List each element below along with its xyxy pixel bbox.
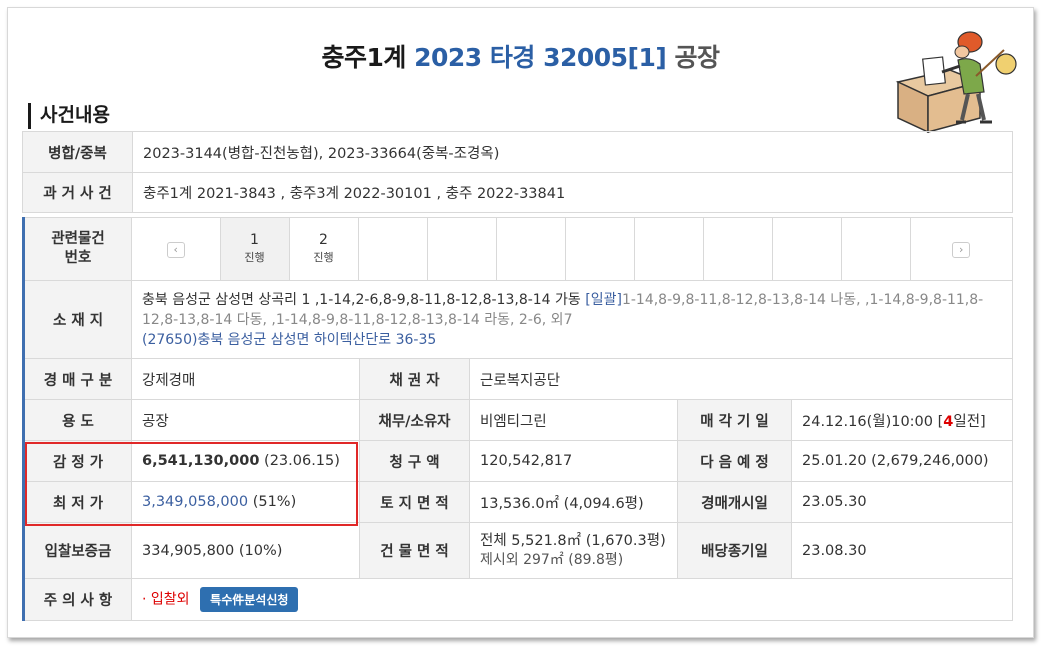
- debtor-value: 비엠티그린: [469, 399, 678, 441]
- sale-date-value: 24.12.16(월)10:00 [4일전]: [791, 399, 1013, 441]
- chevron-right-icon[interactable]: ›: [952, 241, 971, 258]
- merge-value: 2023-3144(병합-진천농협), 2023-33664(중복-조경옥): [132, 131, 1013, 173]
- appraisal-amount: 6,541,130,000: [142, 453, 260, 469]
- building-area-label: 건 물 면 적: [359, 522, 470, 579]
- usage-row: 용 도 공장 채무/소유자 비엠티그린 매 각 기 일 24.12.16(월)1…: [23, 399, 1013, 441]
- deposit-value: 334,905,800 (10%): [131, 522, 360, 579]
- past-cases-row: 과 거 사 건 충주1계 2021-3843 , 충주3계 2022-30101…: [22, 172, 1013, 213]
- appraisal-label: 감 정 가: [23, 440, 132, 482]
- case-type: 공장: [674, 43, 721, 72]
- appraisal-row: 감 정 가 6,541,130,000 (23.06.15) 청 구 액 120…: [23, 440, 1013, 482]
- prev-cell: ‹: [132, 218, 221, 280]
- usage-value: 공장: [131, 399, 360, 441]
- sale-date-label: 매 각 기 일: [677, 399, 792, 441]
- appraisal-value: 6,541,130,000 (23.06.15): [131, 440, 360, 482]
- location-value: 충북 음성군 삼성면 상곡리 1 ,1-14,2-6,8-9,8-11,8-12…: [131, 280, 1013, 359]
- notes-value: · 입찰외 특수件분석신청: [131, 578, 1013, 621]
- related-items-label: 관련물건 번호: [23, 217, 132, 281]
- next-schedule-label: 다 음 예 정: [677, 440, 792, 482]
- section-title: 사건내용: [28, 103, 110, 129]
- past-cases-label: 과 거 사 건: [22, 172, 133, 213]
- item-tab-empty: [357, 218, 428, 280]
- claim-label: 청 구 액: [359, 440, 470, 482]
- auction-type-label: 경 매 구 분: [23, 358, 132, 400]
- land-area-label: 토 지 면 적: [359, 481, 470, 523]
- item-tab-empty: [426, 218, 497, 280]
- location-row: 소 재 지 충북 음성군 삼성면 상곡리 1 ,1-14,2-6,8-9,8-1…: [23, 280, 1013, 359]
- item-tab-empty: [771, 218, 842, 280]
- auction-type-row: 경 매 구 분 강제경매 채 권 자 근로복지공단: [23, 358, 1013, 400]
- auction-start-value: 23.05.30: [791, 481, 1013, 523]
- location-main: 충북 음성군 삼성면 상곡리 1 ,1-14,2-6,8-9,8-11,8-12…: [142, 291, 581, 308]
- item-tab-2[interactable]: 2 진행: [288, 218, 359, 280]
- merge-row: 병합/중복 2023-3144(병합-진천농협), 2023-33664(중복-…: [22, 131, 1013, 173]
- deposit-label: 입찰보증금: [23, 522, 132, 579]
- auction-start-label: 경매개시일: [677, 481, 792, 523]
- item-tab-empty: [564, 218, 635, 280]
- bulk-link[interactable]: [일괄]: [585, 292, 622, 308]
- related-items-row: 관련물건 번호 ‹ 1 진행 2 진행 ›: [23, 217, 1013, 281]
- related-items-nav: ‹ 1 진행 2 진행 ›: [131, 217, 1013, 281]
- minimum-value: 3,349,058,000 (51%): [131, 481, 360, 523]
- auction-type-value: 강제경매: [131, 358, 360, 400]
- case-detail-table: 관련물건 번호 ‹ 1 진행 2 진행 › 소 재 지 충북 음성군 삼성면 상…: [22, 217, 1013, 621]
- notes-row: 주 의 사 항 · 입찰외 특수件분석신청: [23, 578, 1013, 621]
- auction-man-ballot-box-illustration: [895, 31, 1017, 134]
- usage-label: 용 도: [23, 399, 132, 441]
- notes-text: · 입찰외: [142, 591, 190, 608]
- next-cell: ›: [909, 218, 1012, 280]
- merge-label: 병합/중복: [22, 131, 133, 173]
- next-schedule-value: 25.01.20 (2,679,246,000): [791, 440, 1013, 482]
- minimum-row: 최 저 가 3,349,058,000 (51%) 토 지 면 적 13,536…: [23, 481, 1013, 523]
- notes-label: 주 의 사 항: [23, 578, 132, 621]
- dividend-end-value: 23.08.30: [791, 522, 1013, 579]
- days-remaining: 4: [943, 413, 954, 430]
- item-tab-empty: [702, 218, 773, 280]
- item-tab-empty: [633, 218, 704, 280]
- minimum-label: 최 저 가: [23, 481, 132, 523]
- claim-value: 120,542,817: [469, 440, 678, 482]
- dividend-end-label: 배당종기일: [677, 522, 792, 579]
- road-address[interactable]: (27650)충북 음성군 삼성면 하이텍산단로 36-35: [142, 332, 436, 348]
- special-analysis-button[interactable]: 특수件분석신청: [200, 587, 299, 612]
- creditor-label: 채 권 자: [359, 358, 470, 400]
- building-area-value: 전체 5,521.8㎡ (1,670.3평) 제시외 297㎡ (89.8평): [469, 522, 678, 579]
- land-area-value: 13,536.0㎡ (4,094.6평): [469, 481, 678, 523]
- creditor-value: 근로복지공단: [469, 358, 1013, 400]
- location-label: 소 재 지: [23, 280, 132, 359]
- past-cases-value[interactable]: 충주1계 2021-3843 , 충주3계 2022-30101 , 충주 20…: [132, 172, 1013, 213]
- item-tab-empty: [495, 218, 566, 280]
- case-summary-table: 병합/중복 2023-3144(병합-진천농협), 2023-33664(중복-…: [22, 131, 1013, 213]
- minimum-amount: 3,349,058,000: [142, 494, 249, 510]
- page-title: 충주1계 2023 타경 32005[1] 공장: [8, 38, 1033, 74]
- case-number: 2023 타경 32005[1]: [414, 43, 667, 72]
- court-name: 충주1계: [321, 43, 406, 72]
- chevron-left-icon[interactable]: ‹: [166, 241, 185, 258]
- deposit-row: 입찰보증금 334,905,800 (10%) 건 물 면 적 전체 5,521…: [23, 522, 1013, 579]
- debtor-label: 채무/소유자: [359, 399, 470, 441]
- item-tab-1[interactable]: 1 진행: [219, 218, 290, 280]
- item-tab-empty: [840, 218, 911, 280]
